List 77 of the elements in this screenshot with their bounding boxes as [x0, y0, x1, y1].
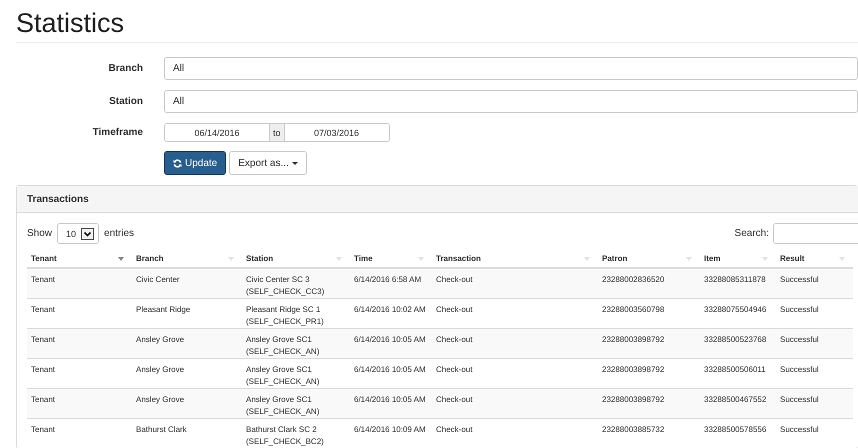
table-cell: 6/14/2016 6:58 AM [354, 275, 422, 284]
chevron-down-icon [81, 228, 94, 240]
column-header[interactable]: Tenant [31, 254, 57, 263]
table-cell: Successful [780, 365, 819, 374]
show-label: Show [27, 228, 52, 239]
table-cell: Check-out [436, 365, 472, 374]
page-title: Statistics [16, 7, 126, 40]
sort-descending-icon[interactable] [118, 256, 124, 260]
date-field[interactable]: 06/14/2016 [164, 123, 270, 142]
table-cell: 23288003898792 [602, 365, 664, 374]
table-cell: 23288003898792 [602, 395, 664, 404]
table-cell: Check-out [436, 425, 472, 434]
table-cell: Pleasant Ridge SC 1 (SELF_CHECK_PR1) [246, 305, 324, 326]
field-label: Timeframe [92, 127, 143, 138]
table-cell: Tenant [31, 365, 56, 374]
table-cell: 33288085311878 [704, 275, 766, 284]
search-field[interactable] [773, 223, 858, 244]
column-header[interactable]: Branch [136, 254, 164, 263]
table-cell: Tenant [31, 305, 56, 314]
table-cell: Ansley Grove SC1 (SELF_CHECK_AN) [246, 395, 320, 416]
table-cell: Check-out [436, 335, 472, 344]
table-cell: Ansley Grove SC1 (SELF_CHECK_AN) [246, 365, 320, 386]
select-field[interactable]: All [164, 57, 858, 80]
update-button[interactable]: Update [164, 151, 226, 175]
table-cell: 6/14/2016 10:05 AM [354, 395, 426, 404]
table-cell: 33288500578556 [704, 425, 766, 434]
column-header[interactable]: Time [354, 254, 373, 263]
table-cell: Check-out [436, 305, 472, 314]
export-button[interactable]: Export as... [229, 151, 307, 175]
table-cell: 6/14/2016 10:02 AM [354, 305, 426, 314]
table-cell: 23288003898792 [602, 335, 664, 344]
table-cell: 6/14/2016 10:05 AM [354, 335, 426, 344]
table-cell: Successful [780, 335, 819, 344]
table-cell: Successful [780, 395, 819, 404]
column-header[interactable]: Result [780, 254, 804, 263]
table-cell: Successful [780, 305, 819, 314]
caret-icon [292, 162, 298, 164]
select-field[interactable]: All [164, 90, 858, 113]
table-cell: Ansley Grove SC1 (SELF_CHECK_AN) [246, 335, 320, 356]
table-cell: 6/14/2016 10:09 AM [354, 425, 426, 434]
column-header[interactable]: Station [246, 254, 274, 263]
table-cell: 23288002836520 [602, 275, 664, 284]
table-cell: Civic Center SC 3 (SELF_CHECK_CC3) [246, 275, 324, 296]
table-cell: Tenant [31, 395, 56, 404]
panel-title: Transactions [27, 194, 89, 204]
entries-label: entries [104, 228, 134, 239]
column-header[interactable]: Patron [602, 254, 628, 263]
range-separator: to [270, 123, 284, 142]
column-header[interactable]: Item [704, 254, 720, 263]
date-field[interactable]: 07/03/2016 [284, 123, 390, 142]
table-cell: Check-out [436, 395, 472, 404]
table-cell: Ansley Grove [136, 395, 184, 404]
table-cell: Pleasant Ridge [136, 305, 190, 314]
table-cell: 6/14/2016 10:05 AM [354, 365, 426, 374]
table-cell: Bathurst Clark [136, 425, 187, 434]
table-cell: Successful [780, 425, 819, 434]
table-cell: Tenant [31, 335, 56, 344]
table-cell: Bathurst Clark SC 2 (SELF_CHECK_BC2) [246, 425, 324, 446]
field-label: Station [108, 96, 143, 107]
table-cell: 33288500506011 [704, 365, 766, 374]
table-cell: 33288500467552 [704, 395, 766, 404]
table-cell: 33288500523768 [704, 335, 766, 344]
table-cell: 23288003885732 [602, 425, 664, 434]
table-cell: Tenant [31, 275, 56, 284]
table-cell: Ansley Grove [136, 335, 184, 344]
table-cell: Ansley Grove [136, 365, 184, 374]
column-header[interactable]: Transaction [436, 254, 481, 263]
table-cell: Tenant [31, 425, 56, 434]
table-cell: Civic Center [136, 275, 180, 284]
field-label: Branch [108, 63, 143, 74]
entries-select[interactable]: 10 [57, 223, 100, 244]
table-cell: 33288075504946 [704, 305, 766, 314]
search-label: Search: [734, 228, 769, 239]
table-cell: 23288003560798 [602, 305, 664, 314]
table-cell: Check-out [436, 275, 472, 284]
table-cell: Successful [780, 275, 819, 284]
refresh-icon [173, 158, 182, 168]
